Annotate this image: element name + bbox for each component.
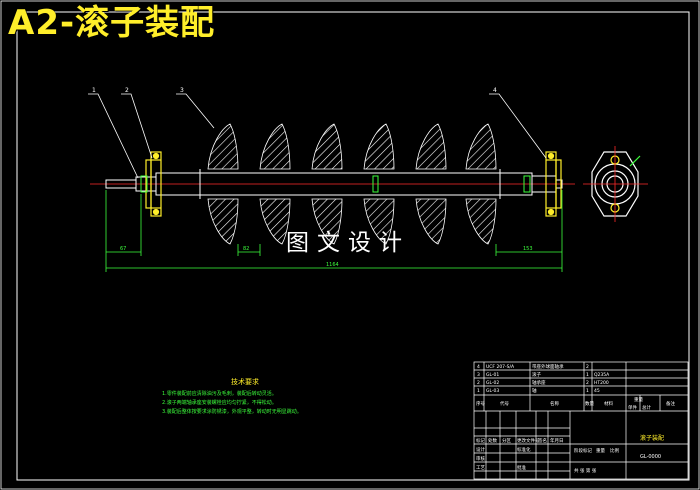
- parts-row-3-qty: 1: [586, 372, 589, 378]
- drawing-name: 滚子装配: [640, 434, 664, 442]
- drawing-sheet: 1 2 3 4 1164 67 82 153 4 UCF 207-S/A 带座外…: [0, 0, 700, 490]
- tech-requirement-item: 1.零件装配前应清除油污及毛刺，装配后转动灵活。: [162, 391, 277, 397]
- dim-left-end: 67: [120, 246, 126, 252]
- balloon-3: 3: [180, 87, 184, 94]
- revision-header-file: 更改文件号: [517, 437, 540, 444]
- design-label: 设计: [476, 446, 485, 453]
- tech-requirement-item: 3.装配后整体按要求涂防锈漆，外观平整，转动时无明显跳动。: [162, 409, 302, 415]
- parts-row-1-name: 轴: [532, 387, 537, 394]
- bearing-side-view: [583, 146, 648, 222]
- parts-header-code: 代号: [500, 400, 509, 407]
- parts-header-weight: 重量: [634, 396, 643, 403]
- drawing-title: A2-滚子装配: [8, 3, 216, 43]
- revision-header-date: 年月日: [550, 437, 564, 444]
- dim-overall: 1164: [326, 262, 339, 268]
- parts-row-1-no: 1: [477, 388, 480, 394]
- parts-row-1-material: 45: [594, 388, 600, 394]
- scale-label: 比例: [610, 447, 619, 454]
- balloon-4: 4: [493, 87, 497, 94]
- revision-header-mark: 标记: [476, 437, 485, 444]
- revision-header-zone: 分区: [502, 437, 511, 444]
- parts-row-4-no: 4: [477, 364, 480, 370]
- parts-row-4-name: 带座外球面轴承: [532, 363, 564, 370]
- balloon-2: 2: [125, 87, 129, 94]
- parts-header-material: 材料: [604, 400, 613, 407]
- approve-label: 批准: [517, 464, 526, 471]
- sheet-label: 共 张 第 张: [574, 467, 597, 474]
- revision-header-sign: 签名: [538, 437, 547, 444]
- parts-row-2-material: HT200: [594, 380, 609, 386]
- parts-row-3-no: 3: [477, 372, 480, 378]
- weight-label: 重量: [596, 447, 605, 454]
- parts-row-3-name: 滚子: [532, 371, 541, 378]
- drawing-number: GL-0000: [640, 454, 661, 460]
- dim-right-end: 153: [523, 246, 533, 252]
- parts-row-3-code: GL-01: [486, 372, 499, 378]
- parts-header-note: 备注: [666, 400, 675, 407]
- standard-label: 标准化: [517, 446, 531, 453]
- parts-row-4-code: UCF 207-S/A: [486, 364, 515, 370]
- parts-header-unit-weight: 单件: [628, 404, 637, 411]
- dim-spacing: 82: [243, 246, 249, 252]
- review-label: 审核: [476, 455, 485, 462]
- parts-row-2-code: GL-02: [486, 380, 499, 386]
- parts-row-1-code: GL-03: [486, 388, 499, 394]
- parts-row-3-material: Q235A: [594, 372, 610, 378]
- watermark-text: 图文设计: [286, 230, 410, 256]
- parts-row-2-name: 轴承座: [532, 379, 546, 386]
- process-label: 工艺: [476, 465, 485, 471]
- parts-header-total-weight: 总计: [642, 404, 651, 411]
- parts-row-2-no: 2: [477, 380, 480, 386]
- parts-header-name: 名称: [550, 400, 559, 407]
- parts-row-1-qty: 1: [586, 388, 589, 394]
- tech-requirements-title: 技术要求: [231, 378, 259, 386]
- revision-header-count: 处数: [488, 437, 497, 444]
- tech-requirements-list: 1.零件装配前应清除油污及毛刺，装配后转动灵活。 2.滚子两端轴承座安装螺栓应均…: [162, 390, 302, 417]
- parts-row-4-qty: 2: [586, 364, 589, 370]
- parts-row-2-qty: 2: [586, 380, 589, 386]
- tech-requirement-item: 2.滚子两端轴承座安装螺栓应均匀拧紧，不得松动。: [162, 400, 277, 406]
- stage-label: 阶段标记: [574, 447, 592, 454]
- title-block: [473, 361, 689, 480]
- parts-header-qty: 数量: [585, 400, 594, 407]
- balloon-1: 1: [92, 87, 96, 94]
- parts-header-no: 序号: [476, 400, 485, 407]
